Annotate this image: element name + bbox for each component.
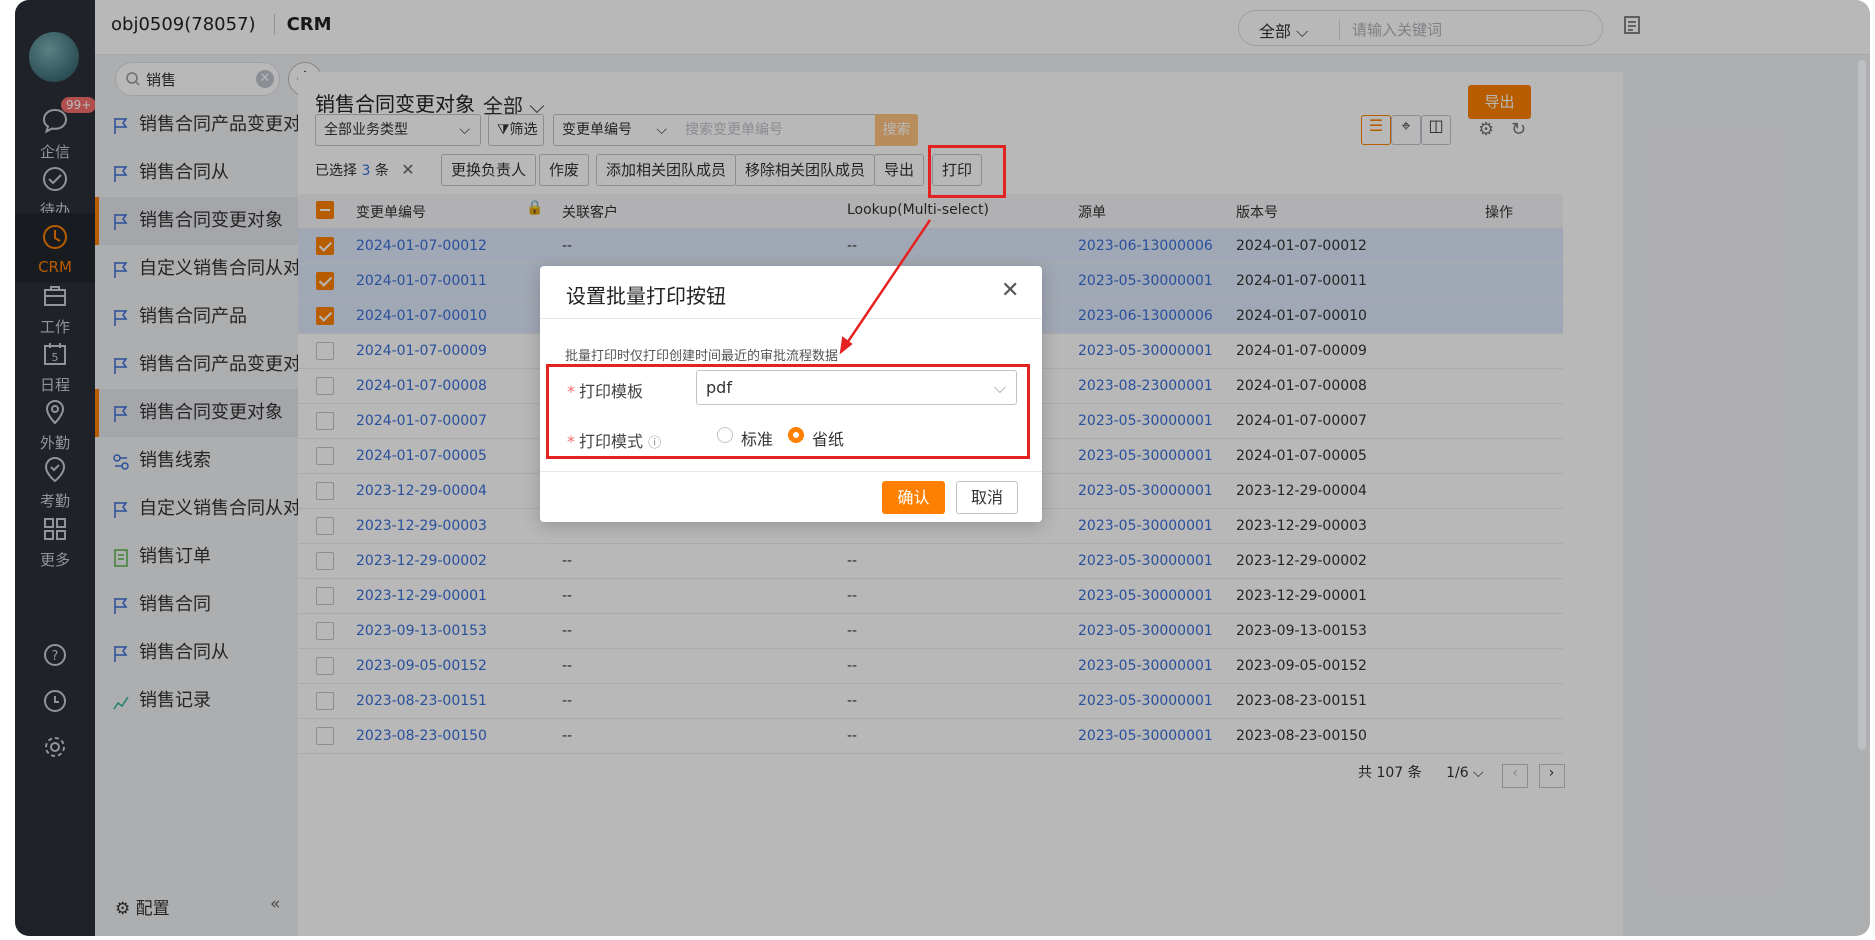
annotation-arrow bbox=[839, 219, 932, 355]
app-window: 99+ 企信 待办 CRM 工作 5 日程 外勤 考勤 更多 ? obj0509… bbox=[15, 0, 1870, 936]
